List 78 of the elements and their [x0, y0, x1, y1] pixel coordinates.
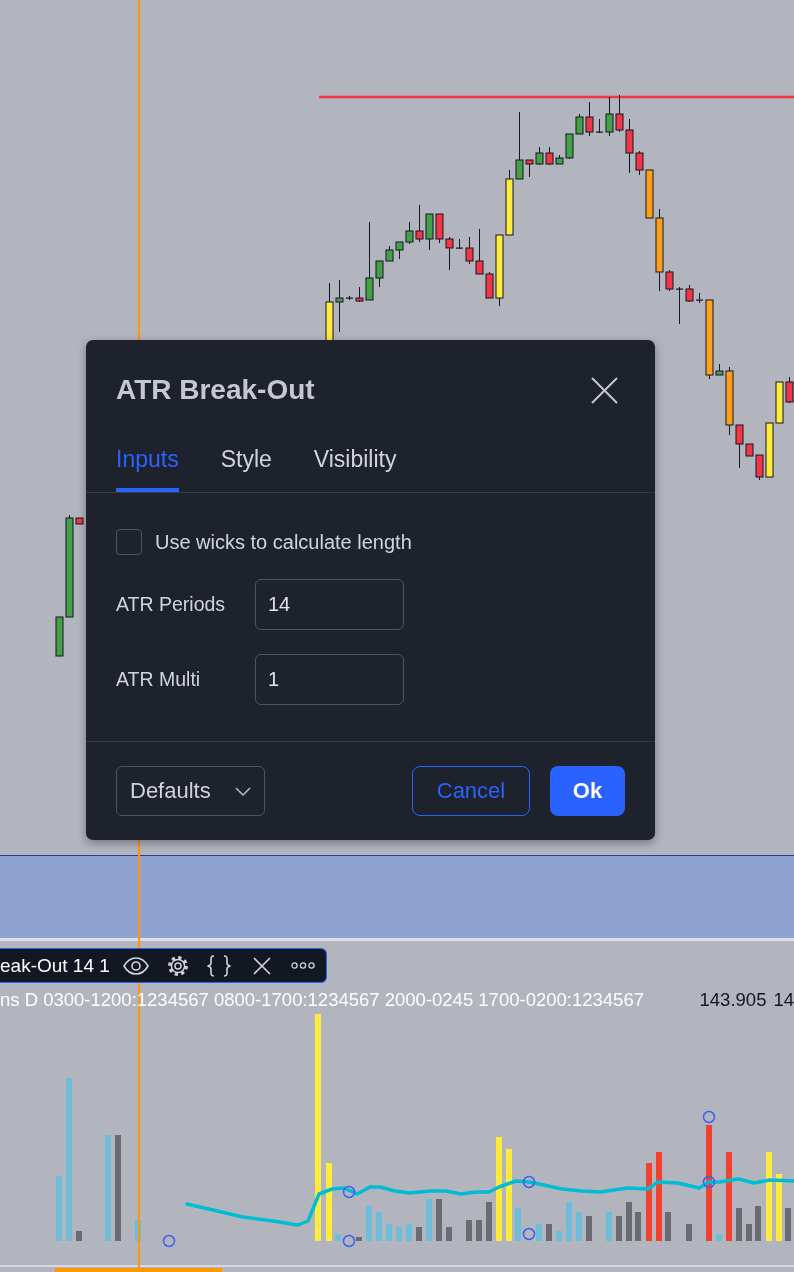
field-label: ATR Periods [116, 593, 227, 616]
histogram-bar [76, 1231, 82, 1241]
histogram-bar [536, 1224, 542, 1241]
checkbox[interactable] [116, 529, 142, 555]
settings-icon[interactable] [166, 954, 189, 977]
circle-marker [342, 1234, 356, 1248]
candle [395, 241, 404, 260]
histogram-bar [436, 1199, 442, 1241]
histogram-bar [56, 1176, 62, 1241]
defaults-dropdown[interactable]: Defaults [116, 766, 265, 816]
candle [335, 279, 344, 333]
candle [425, 213, 434, 251]
histogram-bar [616, 1216, 622, 1241]
candle [346, 295, 353, 301]
number-input[interactable]: 14 [255, 579, 404, 630]
histogram-bar [376, 1212, 382, 1241]
histogram-bar [556, 1231, 562, 1241]
histogram-bar [366, 1206, 372, 1241]
histogram-bar [626, 1202, 632, 1241]
histogram-bar [716, 1234, 722, 1241]
indicator-title: eak-Out 14 1 [0, 954, 110, 977]
candle [685, 284, 694, 303]
candle [605, 96, 614, 137]
histogram-bar [665, 1212, 671, 1241]
histogram-bar [466, 1220, 472, 1241]
histogram-bar [416, 1227, 422, 1241]
candle [696, 292, 703, 304]
histogram-bar [606, 1212, 612, 1241]
histogram-bar [396, 1227, 402, 1241]
histogram-bar [635, 1212, 641, 1241]
code-braces-icon[interactable] [205, 954, 232, 977]
indicator-value: 143.905 [699, 989, 767, 1011]
ellipsis-icon[interactable] [290, 962, 315, 969]
histogram-bar [586, 1216, 592, 1241]
circle-marker [342, 1185, 356, 1199]
candle [456, 238, 463, 250]
histogram-bar [356, 1237, 362, 1241]
candle [445, 236, 454, 271]
histogram-bar [686, 1224, 692, 1241]
close-icon[interactable] [252, 956, 271, 975]
histogram-bar [546, 1224, 552, 1241]
circle-marker [522, 1175, 536, 1189]
eye-icon[interactable] [122, 956, 149, 975]
histogram-bar [515, 1208, 521, 1241]
histogram-bar [746, 1224, 752, 1241]
histogram-bar [335, 1234, 341, 1241]
histogram-bar [476, 1220, 482, 1241]
histogram-bar [776, 1174, 782, 1241]
checkbox-label: Use wicks to calculate length [155, 530, 412, 554]
histogram-bar [426, 1199, 432, 1241]
histogram-bar [755, 1206, 761, 1241]
tab[interactable]: Visibility [313, 430, 397, 492]
circle-marker [522, 1227, 536, 1241]
histogram-bar [446, 1227, 452, 1241]
tab[interactable]: Style [220, 430, 272, 492]
candle [435, 213, 444, 244]
histogram-bar [406, 1224, 412, 1241]
close-button[interactable] [591, 376, 618, 404]
chevron-down-icon [235, 786, 251, 796]
circle-marker [702, 1175, 716, 1189]
candle [505, 169, 514, 236]
field-label: ATR Multi [116, 668, 202, 691]
histogram-bar [785, 1208, 791, 1241]
histogram-bar [576, 1212, 582, 1241]
close-icon [591, 376, 618, 404]
candle [596, 118, 603, 134]
candle [676, 286, 683, 325]
ok-button[interactable]: Ok [550, 766, 625, 816]
histogram-bar [486, 1202, 492, 1241]
candle [535, 146, 544, 166]
histogram-bar [386, 1224, 392, 1241]
histogram-bar [566, 1202, 572, 1241]
histogram-bar [736, 1208, 742, 1241]
indicator-value: 14 [773, 989, 794, 1011]
circle-marker [162, 1234, 176, 1248]
number-input[interactable]: 1 [255, 654, 404, 705]
circle-marker [702, 1110, 716, 1124]
dialog-title: ATR Break-Out [116, 373, 315, 407]
